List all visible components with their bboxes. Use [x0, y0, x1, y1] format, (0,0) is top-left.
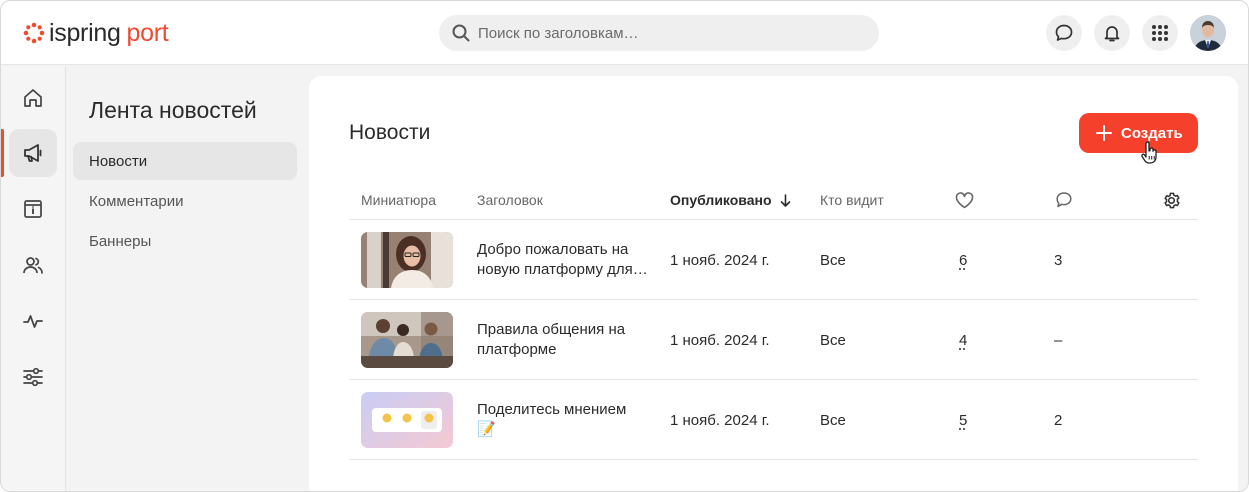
rail-item-news[interactable] — [9, 129, 57, 177]
news-title-line: новую платформу для… — [477, 261, 648, 278]
apps-button[interactable] — [1142, 15, 1178, 51]
plus-icon — [1096, 125, 1112, 141]
chat-button[interactable] — [1046, 15, 1082, 51]
news-comments: 3 — [1054, 251, 1063, 269]
top-bar: ispring port — [1, 1, 1248, 65]
heart-icon — [955, 191, 974, 208]
arrow-down-icon — [780, 193, 790, 207]
logo-word-port: port — [126, 18, 169, 47]
app-window: ispring port Поиск по заголовкам… Лента … — [0, 0, 1249, 492]
memo-icon: 📝 — [477, 421, 496, 438]
sliders-icon — [23, 367, 43, 387]
rail-item-home[interactable] — [9, 74, 57, 122]
col-published-label: Опубликовано — [670, 192, 772, 208]
news-title-line: Поделитесь мнением — [477, 401, 627, 418]
logo[interactable]: ispring port — [23, 17, 169, 49]
main-panel: Новости Создать Миниатюра Заголовок Опуб… — [309, 76, 1238, 491]
page-title: Новости — [349, 121, 431, 144]
col-thumbnail: Миниатюра — [361, 192, 436, 208]
news-comments: 2 — [1054, 411, 1063, 429]
news-title[interactable]: Добро пожаловать на новую платформу для… — [477, 220, 652, 300]
sidebar-item-news[interactable]: Новости — [73, 142, 297, 180]
col-likes[interactable] — [955, 180, 974, 220]
logo-icon — [23, 22, 45, 44]
user-avatar[interactable] — [1190, 15, 1226, 51]
table-row[interactable]: Добро пожаловать на новую платформу для…… — [349, 220, 1198, 300]
search-box[interactable] — [439, 15, 879, 51]
news-thumbnail — [361, 232, 453, 288]
bell-icon — [1104, 26, 1120, 42]
news-audience: Все — [820, 251, 846, 269]
users-icon — [23, 257, 43, 274]
news-date: 1 нояб. 2024 г. — [670, 411, 770, 429]
news-thumbnail — [361, 312, 453, 368]
rail-item-people[interactable] — [9, 241, 57, 289]
news-table: Миниатюра Заголовок Опубликовано Кто вид… — [349, 180, 1198, 460]
col-title[interactable]: Заголовок — [477, 180, 543, 220]
sidebar-title: Лента новостей — [89, 97, 257, 123]
home-icon — [24, 89, 42, 107]
news-title[interactable]: Поделитесь мнением 📝 — [477, 380, 652, 460]
hand-cursor-icon — [1141, 141, 1159, 170]
col-comments[interactable] — [1055, 180, 1073, 220]
news-likes[interactable]: 6 — [959, 220, 967, 300]
logo-word-ispring: ispring — [49, 18, 121, 47]
col-audience[interactable]: Кто видит — [820, 180, 884, 220]
search-input[interactable] — [478, 24, 858, 42]
news-title-line: Правила общения на — [477, 321, 626, 338]
news-date: 1 нояб. 2024 г. — [670, 251, 770, 269]
news-thumbnail — [361, 392, 453, 448]
table-row[interactable]: Поделитесь мнением 📝 1 нояб. 2024 г. Все… — [349, 380, 1198, 460]
pulse-icon — [23, 315, 43, 328]
rail-item-settings[interactable] — [9, 353, 57, 401]
create-button[interactable]: Создать — [1079, 113, 1198, 153]
active-rail-indicator — [1, 129, 4, 177]
apps-grid-icon — [1152, 25, 1168, 41]
sidebar-item-banners[interactable]: Баннеры — [73, 222, 297, 260]
table-settings-button[interactable] — [1162, 180, 1181, 220]
news-date: 1 нояб. 2024 г. — [670, 331, 770, 349]
table-header: Миниатюра Заголовок Опубликовано Кто вид… — [349, 180, 1198, 220]
table-row[interactable]: Правила общения на платформе 1 нояб. 202… — [349, 300, 1198, 380]
news-sidebar: Лента новостей Новости Комментарии Банне… — [66, 66, 309, 491]
notifications-button[interactable] — [1094, 15, 1130, 51]
megaphone-icon — [24, 144, 42, 162]
create-button-label: Создать — [1121, 124, 1183, 142]
news-likes[interactable]: 5 — [959, 380, 967, 460]
comment-icon — [1056, 192, 1072, 208]
news-comments: – — [1054, 331, 1063, 349]
news-title-line: Добро пожаловать на — [477, 241, 629, 258]
col-published[interactable]: Опубликовано — [670, 180, 791, 220]
search-icon — [452, 24, 470, 42]
news-audience: Все — [820, 411, 846, 429]
sidebar-item-comments[interactable]: Комментарии — [73, 182, 297, 220]
icon-rail — [1, 66, 66, 491]
news-audience: Все — [820, 331, 846, 349]
news-title[interactable]: Правила общения на платформе — [477, 300, 652, 380]
info-card-icon — [24, 200, 42, 218]
news-likes[interactable]: 4 — [959, 300, 967, 380]
rail-item-info[interactable] — [9, 185, 57, 233]
gear-icon — [1164, 192, 1180, 208]
news-title-line: платформе — [477, 341, 557, 358]
chat-bubble-icon — [1055, 24, 1073, 41]
rail-item-activity[interactable] — [9, 297, 57, 345]
